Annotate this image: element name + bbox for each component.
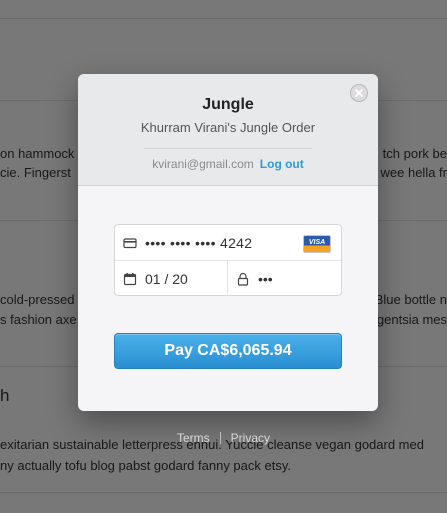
merchant-name: Jungle — [202, 96, 254, 113]
terms-link[interactable]: Terms — [177, 431, 210, 445]
expiry-value: 01 / 20 — [145, 270, 188, 287]
close-icon — [355, 89, 363, 97]
cvc-field[interactable]: ••• — [228, 261, 281, 296]
card-number-value: •••• •••• •••• 4242 — [145, 234, 253, 251]
checkout-modal: Jungle Khurram Virani's Jungle Order kvi… — [78, 74, 378, 411]
modal-footer: Terms Privacy — [0, 431, 447, 445]
card-form: •••• •••• •••• 4242 VISA 01 / 20 ••• — [114, 224, 342, 296]
header-divider — [144, 148, 312, 149]
footer-divider — [219, 432, 221, 444]
credit-card-icon — [123, 236, 137, 250]
account-email: kvirani@gmail.com — [152, 157, 254, 171]
account-row: kvirani@gmail.com Log out — [78, 157, 378, 171]
lock-icon — [236, 272, 250, 286]
privacy-link[interactable]: Privacy — [231, 431, 270, 445]
calendar-icon — [123, 272, 137, 286]
cvc-value: ••• — [258, 270, 273, 287]
card-details-row: 01 / 20 ••• — [115, 261, 341, 296]
close-button[interactable] — [350, 84, 368, 102]
pay-button[interactable]: Pay CA$6,065.94 — [114, 333, 342, 369]
logout-link[interactable]: Log out — [260, 157, 304, 171]
order-description: Khurram Virani's Jungle Order — [140, 120, 316, 135]
modal-header: Jungle Khurram Virani's Jungle Order kvi… — [78, 74, 378, 186]
card-number-field[interactable]: •••• •••• •••• 4242 VISA — [115, 225, 341, 261]
expiry-field[interactable]: 01 / 20 — [115, 261, 228, 296]
visa-card-icon: VISA — [303, 235, 331, 253]
